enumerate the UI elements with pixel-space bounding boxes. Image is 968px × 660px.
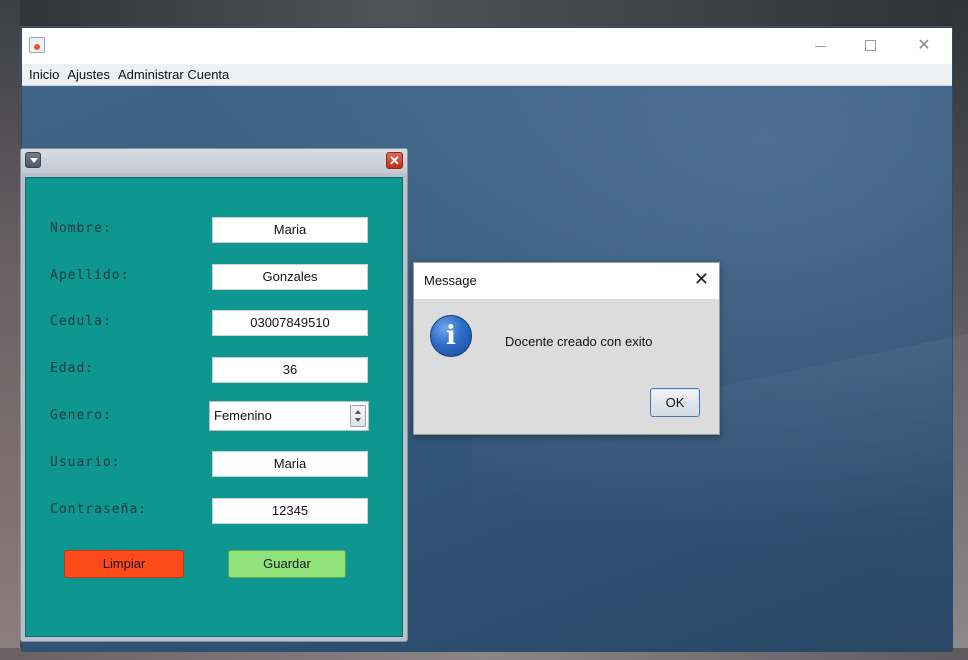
- spinner-arrows-icon[interactable]: [350, 405, 366, 427]
- guardar-button[interactable]: Guardar: [228, 550, 346, 578]
- ok-button[interactable]: OK: [650, 388, 700, 417]
- message-dialog: Message ✕ i Docente creado con exito OK: [413, 262, 720, 435]
- nombre-label: Nombre:: [50, 221, 112, 236]
- frame-close-icon[interactable]: ✕: [386, 152, 403, 169]
- edad-label: Edad:: [50, 361, 95, 376]
- genero-spinner[interactable]: Femenino: [209, 401, 369, 431]
- apellido-field[interactable]: Gonzales: [212, 264, 368, 290]
- info-icon: i: [430, 315, 472, 357]
- genero-value: Femenino: [214, 408, 272, 423]
- cedula-field[interactable]: 03007849510: [212, 310, 368, 336]
- dialog-titlebar[interactable]: Message ✕: [414, 263, 719, 299]
- desktop-background-left: [0, 0, 20, 660]
- menu-inicio[interactable]: Inicio: [22, 64, 63, 86]
- genero-label: Genero:: [50, 408, 112, 423]
- spinner-down-icon[interactable]: [355, 418, 361, 422]
- maximize-icon: [864, 40, 876, 51]
- dialog-close-icon[interactable]: ✕: [694, 269, 709, 290]
- limpiar-button[interactable]: Limpiar: [64, 550, 184, 578]
- close-icon: ✕: [917, 37, 931, 54]
- minimize-button[interactable]: [800, 32, 840, 60]
- frame-menu-icon[interactable]: [25, 152, 41, 168]
- edad-field[interactable]: 36: [212, 357, 368, 383]
- menu-bar: Inicio Ajustes Administrar Cuenta: [22, 64, 952, 86]
- docente-form-window: ✕ Nombre: Maria Apellido: Gonzales Cedul…: [20, 148, 408, 642]
- contrasena-field[interactable]: 12345: [212, 498, 368, 524]
- java-app-icon[interactable]: [29, 37, 45, 53]
- close-window-button[interactable]: ✕: [904, 32, 944, 60]
- internal-frame-titlebar[interactable]: ✕: [21, 149, 407, 173]
- maximize-button[interactable]: [850, 32, 890, 60]
- spinner-up-icon[interactable]: [355, 410, 361, 414]
- menu-ajustes[interactable]: Ajustes: [63, 64, 114, 86]
- apellido-label: Apellido:: [50, 268, 130, 283]
- contrasena-label: Contraseña:: [50, 502, 148, 517]
- usuario-field[interactable]: Maria: [212, 451, 368, 477]
- menu-administrar-cuenta[interactable]: Administrar Cuenta: [114, 64, 233, 86]
- usuario-label: Usuario:: [50, 455, 121, 470]
- minimize-icon: [814, 46, 826, 47]
- window-titlebar[interactable]: ✕: [22, 28, 952, 64]
- dialog-title: Message: [424, 273, 477, 288]
- cedula-label: Cedula:: [50, 314, 112, 329]
- nombre-field[interactable]: Maria: [212, 217, 368, 243]
- form-panel: Nombre: Maria Apellido: Gonzales Cedula:…: [25, 177, 403, 637]
- desktop-background-top: [0, 0, 968, 26]
- dialog-message: Docente creado con exito: [505, 334, 653, 349]
